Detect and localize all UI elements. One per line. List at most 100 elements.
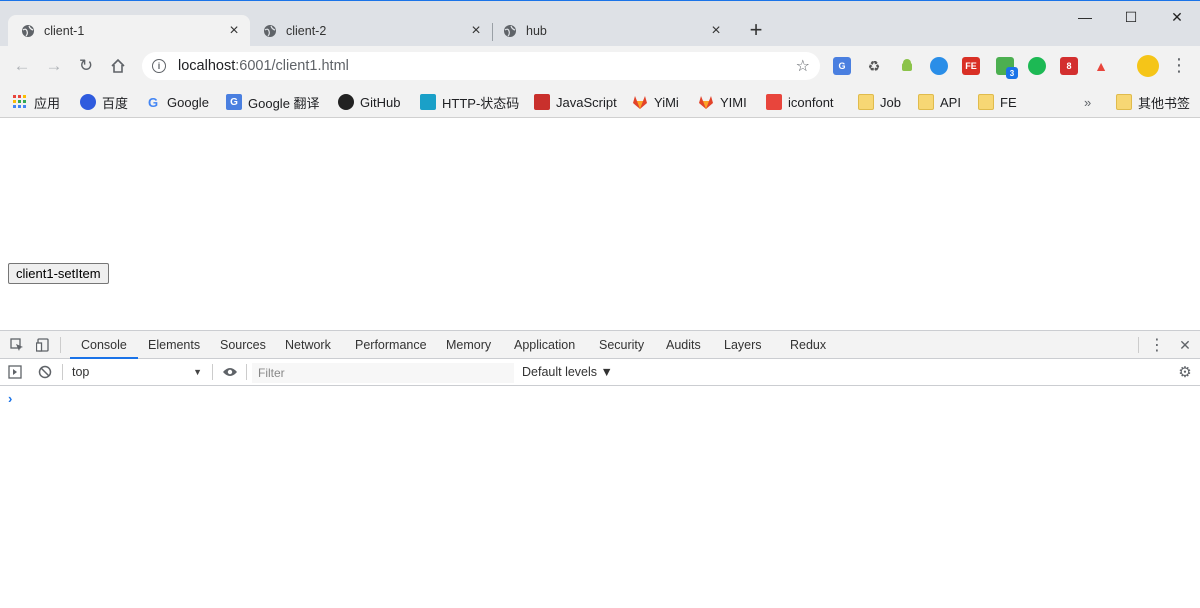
- back-button[interactable]: ←: [10, 54, 34, 78]
- bookmark-iconfont[interactable]: iconfont: [766, 91, 834, 113]
- close-icon[interactable]: ×: [468, 23, 484, 39]
- devtools-tab-elements[interactable]: Elements: [148, 331, 200, 359]
- folder-icon: [858, 94, 874, 110]
- bookmark-github[interactable]: GitHub: [338, 91, 400, 113]
- console-prompt-icon[interactable]: ›: [8, 391, 12, 406]
- bookmark-label: 其他书签: [1138, 95, 1191, 111]
- bookmark-folder-other[interactable]: 其他书签: [1116, 91, 1190, 113]
- tab-title: hub: [526, 24, 547, 38]
- console-settings-gear-icon[interactable]: ⚙: [1176, 363, 1194, 381]
- close-icon[interactable]: ×: [226, 23, 242, 39]
- maximize-button[interactable]: ☐: [1108, 5, 1154, 29]
- bookmark-star-icon[interactable]: ☆: [796, 56, 810, 76]
- context-value: top: [72, 365, 90, 379]
- dropdown-arrow-icon: ▼: [193, 367, 202, 377]
- url-text: localhost:6001/client1.html: [178, 58, 349, 74]
- bookmark-google-translate[interactable]: G Google 翻译: [226, 91, 320, 113]
- bookmark-label: YIMI: [720, 94, 747, 110]
- fe-extension-icon[interactable]: FE: [962, 57, 980, 75]
- bookmark-javascript[interactable]: JavaScript: [534, 91, 617, 113]
- lock-extension-icon[interactable]: ▲: [1092, 57, 1110, 75]
- page-viewport: client1-setItem: [0, 118, 1200, 330]
- globe-icon: [502, 23, 518, 39]
- google-translate-icon: G: [226, 94, 242, 110]
- live-expression-eye-icon[interactable]: [221, 363, 239, 381]
- forward-button[interactable]: →: [42, 54, 66, 78]
- devtools-divider: [246, 364, 247, 380]
- profile-avatar[interactable]: [1137, 55, 1159, 77]
- reload-button[interactable]: ↻: [74, 54, 98, 78]
- folder-icon: [1116, 94, 1132, 110]
- log-levels-dropdown[interactable]: Default levels ▼: [522, 362, 613, 382]
- browser-menu-button[interactable]: ⋮: [1170, 56, 1188, 74]
- tab-title: client-1: [44, 24, 85, 38]
- bookmark-google[interactable]: G Google: [145, 91, 209, 113]
- bookmark-label: GitHub: [360, 94, 401, 110]
- bookmark-label: Google 翻译: [248, 95, 320, 111]
- folder-icon: [978, 94, 994, 110]
- devtools-tab-network[interactable]: Network: [285, 331, 331, 359]
- close-icon[interactable]: ×: [708, 23, 724, 39]
- tab-client-1[interactable]: client-1 ×: [8, 15, 250, 47]
- context-selector[interactable]: top ▼: [68, 362, 206, 382]
- devtools-tab-redux[interactable]: Redux: [790, 331, 826, 359]
- bookmarks-bar: 应用 百度 G Google G Google 翻译 GitHub HTTP-状…: [0, 86, 1200, 118]
- iconfont-icon: [766, 94, 782, 110]
- google-icon: G: [147, 94, 159, 110]
- home-icon: [111, 58, 125, 73]
- bookmark-label: 应用: [34, 95, 61, 111]
- bookmark-label: HTTP-状态码: [442, 95, 520, 111]
- devtools-tab-security[interactable]: Security: [599, 331, 644, 359]
- tab-hub[interactable]: hub ×: [490, 15, 732, 47]
- devtools-tab-sources[interactable]: Sources: [220, 331, 266, 359]
- clear-console-icon[interactable]: [36, 363, 54, 381]
- devtools-menu-icon[interactable]: ⋮: [1148, 336, 1166, 354]
- address-bar[interactable]: i localhost:6001/client1.html ☆: [142, 52, 820, 80]
- tab-strip: client-1 × client-2 × hub × + — ☐ ✕: [0, 0, 1200, 47]
- bookmark-baidu[interactable]: 百度: [80, 91, 128, 113]
- devtools-tab-memory[interactable]: Memory: [446, 331, 491, 359]
- minimize-button[interactable]: —: [1062, 5, 1108, 29]
- client1-setitem-button[interactable]: client1-setItem: [8, 263, 109, 284]
- green-circle-extension-icon[interactable]: [1028, 57, 1046, 75]
- folder-icon: [918, 94, 934, 110]
- bookmark-folder-fe[interactable]: FE: [978, 91, 1017, 113]
- bookmark-yimi[interactable]: YiMi: [632, 91, 679, 113]
- android-extension-icon[interactable]: [898, 57, 916, 75]
- devtools-tab-audits[interactable]: Audits: [666, 331, 701, 359]
- gitlab-icon: [632, 94, 648, 110]
- recycle-extension-icon[interactable]: ♻: [865, 57, 883, 75]
- sidebar-toggle-icon[interactable]: [6, 363, 24, 381]
- devtools-divider: [1138, 337, 1139, 353]
- bookmark-yimi-2[interactable]: YIMI: [698, 91, 747, 113]
- window-close-button[interactable]: ✕: [1154, 5, 1200, 29]
- console-filter-input[interactable]: [252, 363, 514, 383]
- bookmarks-overflow-button[interactable]: »: [1084, 91, 1091, 113]
- devtools-tab-layers[interactable]: Layers: [724, 331, 762, 359]
- network-extension-icon[interactable]: [930, 57, 948, 75]
- bookmark-http[interactable]: HTTP-状态码: [420, 91, 519, 113]
- new-tab-button[interactable]: +: [744, 19, 768, 43]
- tab-client-2[interactable]: client-2 ×: [250, 15, 492, 47]
- bookmark-label: YiMi: [654, 94, 679, 110]
- bookmark-label: iconfont: [788, 94, 834, 110]
- tab-title: client-2: [286, 24, 327, 38]
- bookmark-label: 百度: [102, 95, 129, 111]
- device-toolbar-icon[interactable]: [34, 336, 52, 354]
- globe-icon: [20, 23, 36, 39]
- inspect-element-icon[interactable]: [8, 336, 26, 354]
- gitlab-icon: [698, 94, 714, 110]
- bookmark-apps[interactable]: 应用: [12, 91, 60, 113]
- devtools-close-icon[interactable]: ✕: [1176, 336, 1194, 354]
- http-icon: [420, 94, 436, 110]
- bookmark-folder-job[interactable]: Job: [858, 91, 901, 113]
- home-button[interactable]: [106, 54, 130, 78]
- bookmark-folder-api[interactable]: API: [918, 91, 961, 113]
- devtools-tab-performance[interactable]: Performance: [355, 331, 427, 359]
- bookmark-label: Job: [880, 94, 901, 110]
- red-square-extension-icon[interactable]: 8: [1060, 57, 1078, 75]
- devtools-tab-application[interactable]: Application: [514, 331, 575, 359]
- translate-extension-icon[interactable]: G: [833, 57, 851, 75]
- devtools-tab-console[interactable]: Console: [70, 331, 138, 359]
- info-icon[interactable]: i: [152, 59, 166, 73]
